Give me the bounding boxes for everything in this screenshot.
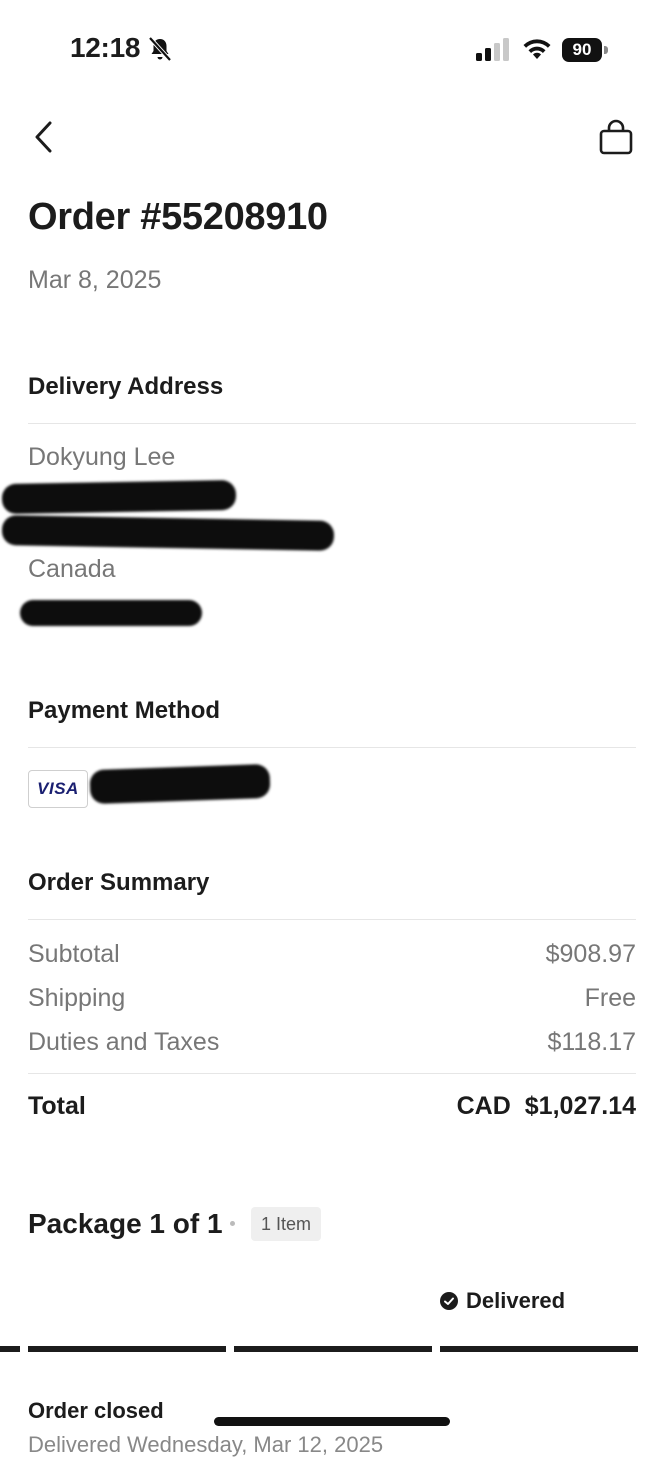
- shipping-label: Shipping: [28, 984, 126, 1012]
- delivery-status-label: Delivered: [466, 1288, 566, 1313]
- country: Canada: [28, 555, 116, 583]
- package-title: Package 1 of 1: [28, 1208, 223, 1239]
- redacted-city-postal: [1, 515, 335, 551]
- delivery-address-heading: Delivery Address: [28, 373, 224, 400]
- battery-level: 90: [562, 38, 602, 62]
- progress-segment: [234, 1346, 432, 1352]
- signal-icon: [476, 38, 509, 61]
- wifi-icon: [523, 39, 551, 59]
- total-label: Total: [28, 1092, 86, 1120]
- divider: [28, 747, 636, 748]
- item-count-badge: 1 Item: [251, 1207, 322, 1241]
- total-currency: CAD: [456, 1092, 511, 1120]
- subtotal-label: Subtotal: [28, 940, 120, 968]
- separator-dot: [230, 1221, 235, 1226]
- battery-icon: 90: [562, 38, 610, 62]
- total-value: $1,027.14: [524, 1092, 636, 1120]
- payment-method-heading: Payment Method: [28, 697, 221, 724]
- shopping-bag-icon[interactable]: [598, 118, 634, 156]
- shipping-value: Free: [584, 984, 636, 1012]
- redacted-street-address: [1, 479, 237, 515]
- divider: [28, 423, 636, 424]
- recipient-name: Dokyung Lee: [28, 443, 176, 471]
- order-date: Mar 8, 2025: [28, 266, 162, 294]
- progress-segment: [28, 1346, 226, 1352]
- progress-segment-edge: [0, 1346, 20, 1352]
- order-status-label: Order closed: [28, 1398, 164, 1423]
- divider: [28, 919, 636, 920]
- visa-card-logo: VISA: [28, 770, 88, 808]
- duties-taxes-value: $118.17: [547, 1028, 636, 1056]
- home-indicator[interactable]: [214, 1417, 450, 1426]
- page-title: Order #55208910: [28, 196, 328, 238]
- total-amount: CAD $1,027.14: [457, 1092, 636, 1121]
- order-summary-heading: Order Summary: [28, 869, 210, 896]
- delivered-date-note: Delivered Wednesday, Mar 12, 2025: [28, 1432, 384, 1457]
- back-chevron-icon[interactable]: [30, 120, 60, 154]
- progress-segment: [440, 1346, 638, 1352]
- duties-taxes-label: Duties and Taxes: [28, 1028, 220, 1056]
- bell-slash-icon: [148, 36, 172, 62]
- check-circle-icon: [440, 1292, 458, 1310]
- redacted-phone: [20, 600, 202, 626]
- subtotal-value: $908.97: [545, 940, 636, 968]
- redacted-card-number: [89, 763, 271, 805]
- divider: [28, 1073, 636, 1074]
- status-time: 12:18: [70, 32, 141, 63]
- delivery-status: Delivered: [440, 1288, 565, 1314]
